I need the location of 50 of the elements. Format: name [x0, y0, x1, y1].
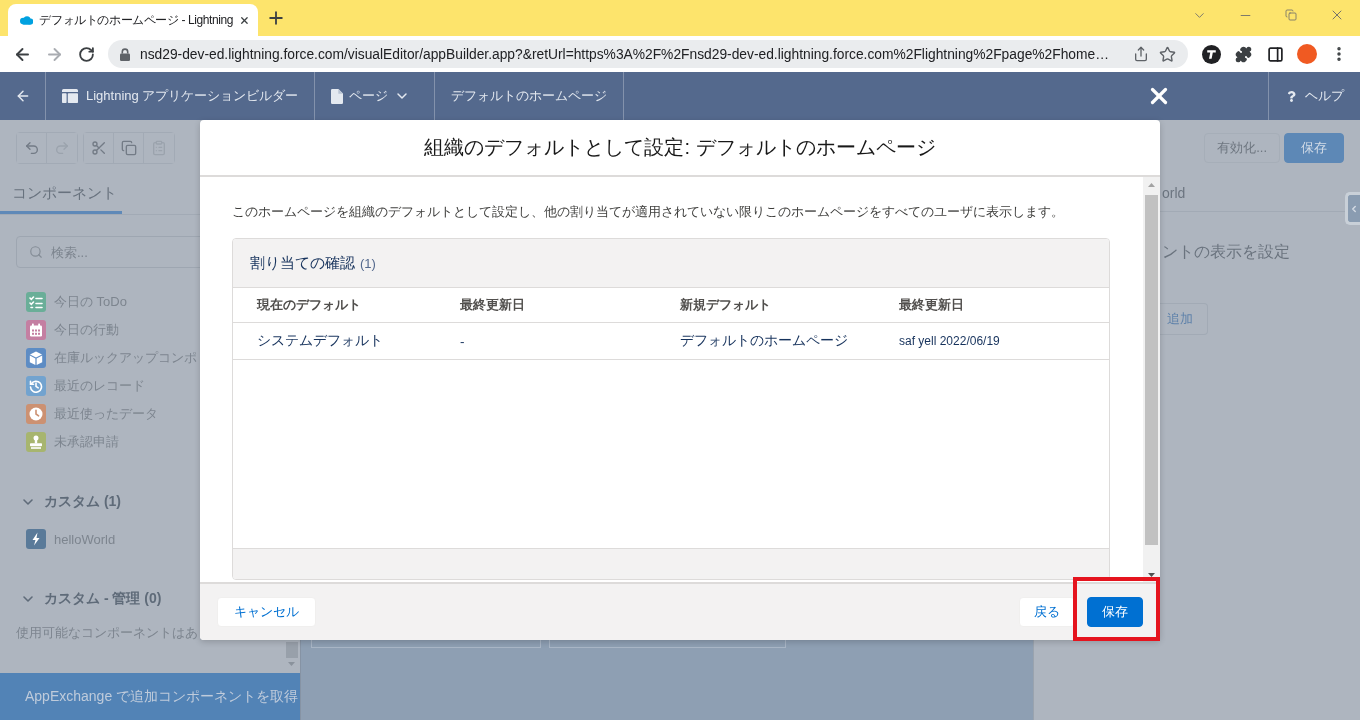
- side-panel-icon[interactable]: [1266, 45, 1284, 63]
- scroll-down-arrow-icon[interactable]: [1148, 572, 1155, 577]
- page-title: デフォルトのホームページ: [451, 87, 608, 105]
- cancel-button[interactable]: キャンセル: [217, 597, 316, 627]
- card-count: (1): [360, 255, 376, 271]
- table-cell: saf yell 2022/06/19: [899, 334, 1000, 348]
- restore-icon[interactable]: [1285, 9, 1297, 21]
- chevron-left-icon: [1349, 203, 1359, 214]
- column-header: 最終更新日: [460, 296, 525, 314]
- add-button[interactable]: 追加: [1159, 303, 1208, 335]
- profile-avatar[interactable]: [1297, 44, 1317, 64]
- puzzle-icon[interactable]: [1234, 45, 1252, 63]
- new-tab-icon[interactable]: [266, 8, 286, 28]
- save-button[interactable]: 保存: [1284, 132, 1344, 163]
- scissors-button[interactable]: [84, 132, 114, 163]
- builder-icon: [62, 89, 78, 103]
- app-title: Lightning アプリケーションビルダー: [86, 87, 299, 105]
- document-icon: [331, 88, 344, 104]
- card-title: 割り当ての確認: [250, 253, 355, 273]
- copy-icon[interactable]: [120, 139, 137, 156]
- column-header: 現在のデフォルト: [257, 296, 361, 314]
- collapse-handle[interactable]: [1345, 192, 1360, 225]
- save-button[interactable]: 保存: [1087, 597, 1143, 627]
- scroll-thumb[interactable]: [285, 642, 298, 658]
- modal-title: 組織のデフォルトとして設定: デフォルトのホームページ: [424, 135, 936, 160]
- search-icon: [29, 245, 43, 259]
- share-icon[interactable]: [1133, 46, 1149, 62]
- appexchange-link[interactable]: AppExchange で追加コンポーネントを取得: [0, 673, 300, 720]
- lock-icon: [120, 47, 130, 61]
- star-icon[interactable]: [1159, 45, 1176, 63]
- back-button[interactable]: 戻る: [1019, 597, 1075, 627]
- scroll-thumb[interactable]: [1145, 195, 1158, 545]
- cloud-logo-icon: [20, 14, 34, 26]
- scissors-icon[interactable]: [90, 139, 107, 156]
- table-cell: -: [460, 333, 465, 349]
- panel-tab[interactable]: orld: [1162, 185, 1186, 201]
- scroll-up-arrow-icon[interactable]: [1148, 182, 1155, 187]
- modal-description: このホームページを組織のデフォルトとして設定し、他の割り当てが適用されていない限りこのホームページをすべてのユーザに表示します。: [232, 203, 1064, 221]
- undo-icon[interactable]: [23, 139, 40, 156]
- table-cell: デフォルトのホームページ: [680, 332, 848, 350]
- undo-button[interactable]: [17, 132, 47, 163]
- extension-icon[interactable]: [1201, 44, 1221, 64]
- table-cell: システムデフォルト: [257, 332, 383, 350]
- address-field[interactable]: nsd29-dev-ed.lightning.force.com/visualEditor/appBuilder.app?&retUrl=https%3A%2F%2Fnsd29-dev-ed.lightning.force.com%2Flightning%2Fpage%2Fhome…: [108, 40, 1188, 68]
- question-icon: [1286, 90, 1297, 102]
- browser-tab[interactable]: デフォルトのホームページ - Lightning: [8, 4, 258, 36]
- column-header: 最終更新日: [899, 296, 964, 314]
- reload-icon[interactable]: [77, 45, 95, 63]
- panel-heading: ントの表示を設定: [1162, 242, 1290, 262]
- column-header: 新規デフォルト: [680, 296, 771, 314]
